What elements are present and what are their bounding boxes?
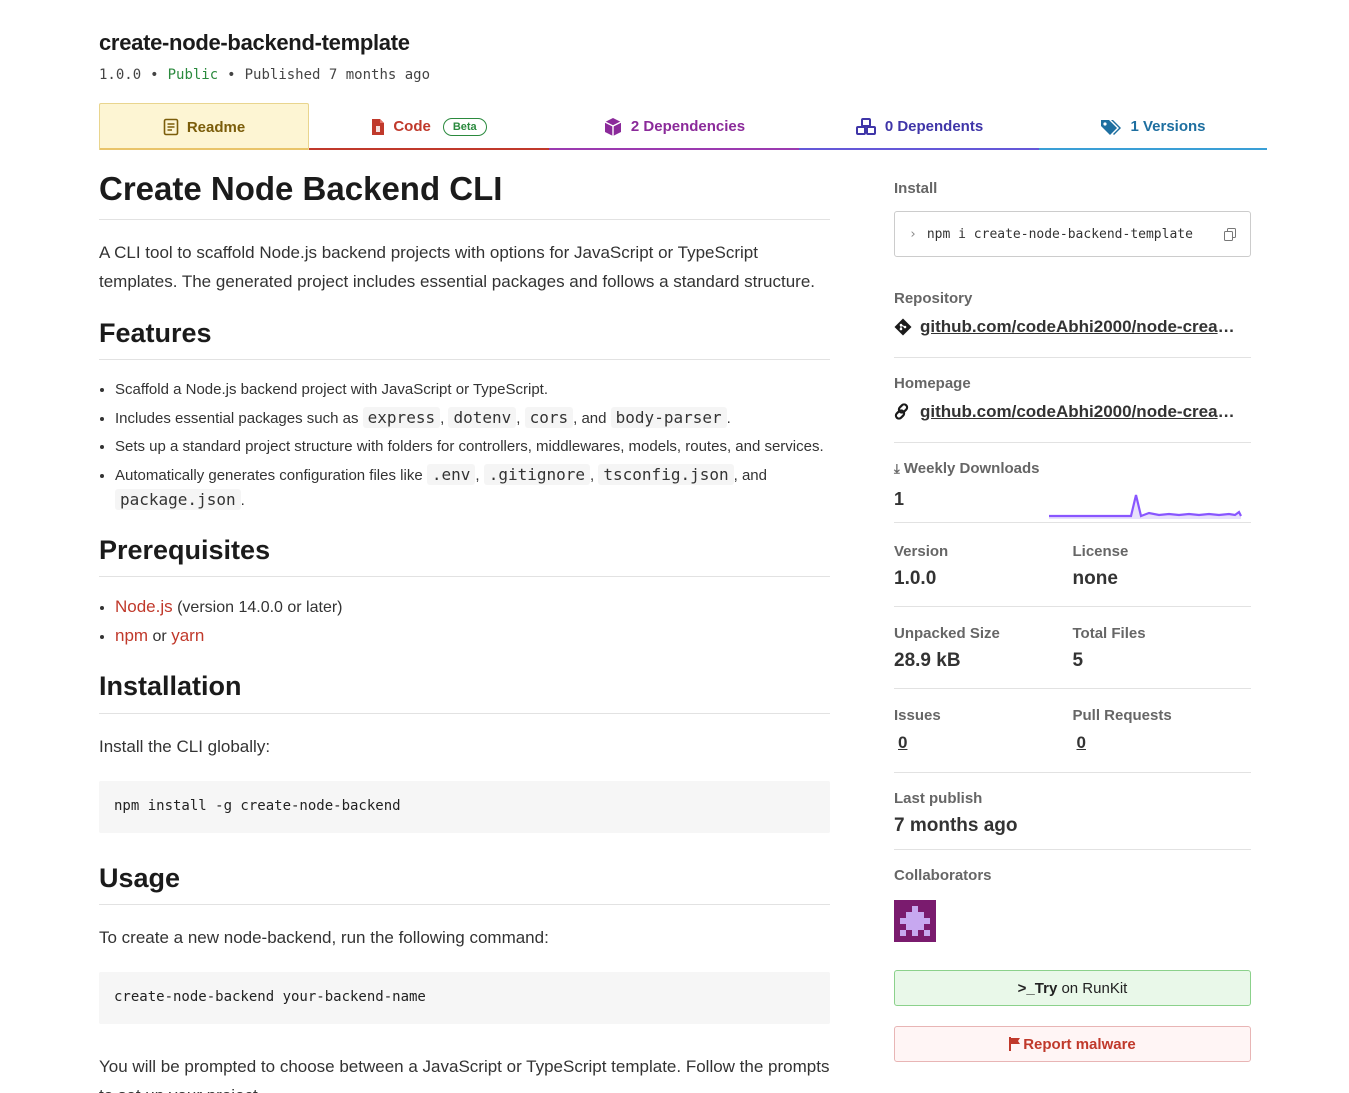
tab-versions[interactable]: 1 Versions	[1039, 103, 1267, 150]
tab-dependencies-label: 2 Dependencies	[630, 118, 746, 135]
tab-versions-label: 1 Versions	[1130, 118, 1206, 135]
license-label: License	[1072, 543, 1129, 560]
prompt-icon: ›	[909, 226, 917, 242]
homepage-section: Homepage github.com/codeAbhi2000/node-cr…	[894, 358, 1251, 443]
last-publish-section: Last publish 7 months ago	[894, 773, 1251, 850]
version-label: Version	[894, 543, 949, 560]
issues-label: Issues	[894, 707, 941, 724]
tab-code-label: Code	[393, 118, 431, 135]
homepage-label: Homepage	[894, 375, 971, 392]
readme-icon	[163, 118, 179, 136]
list-item: npm or yarn	[115, 624, 830, 649]
terminal-icon: >_	[1017, 979, 1035, 997]
package-tabs: Readme Code Beta 2 Dependencies 0 Depend…	[99, 103, 1267, 150]
readme-title: Create Node Backend CLI	[99, 168, 830, 221]
usage-after-text: You will be prompted to choose between a…	[99, 1056, 830, 1093]
install-code-block: npm install -g create-node-backend	[99, 780, 830, 833]
npm-link[interactable]: npm	[115, 626, 148, 645]
package-meta: 1.0.0 • Public • Published 7 months ago	[99, 67, 431, 83]
unpacked-size-value: 28.9 kB	[894, 650, 961, 671]
tab-dependencies[interactable]: 2 Dependencies	[549, 103, 799, 150]
last-publish-value: 7 months ago	[894, 815, 1018, 836]
list-item: Includes essential packages such as expr…	[115, 406, 830, 431]
total-files-label: Total Files	[1072, 625, 1146, 642]
readme-content: Create Node Backend CLI A CLI tool to sc…	[99, 168, 830, 1093]
total-files-value: 5	[1072, 650, 1084, 671]
repository-label: Repository	[894, 290, 973, 307]
nodejs-link[interactable]: Node.js	[115, 597, 173, 616]
list-item: Sets up a standard project structure wit…	[115, 435, 830, 459]
flag-icon	[1009, 1037, 1021, 1051]
install-command-box[interactable]: › npm i create-node-backend-template	[894, 211, 1251, 257]
usage-code-block: create-node-backend your-backend-name	[99, 971, 830, 1024]
list-item: Node.js (version 14.0.0 or later)	[115, 595, 830, 620]
last-publish-label: Last publish	[894, 790, 983, 807]
issues-prs-section: Issues 0 Pull Requests 0	[894, 689, 1251, 773]
list-item: Scaffold a Node.js backend project with …	[115, 378, 830, 402]
usage-text: To create a new node-backend, run the fo…	[99, 927, 549, 947]
package-version: 1.0.0	[99, 67, 142, 83]
repository-section: Repository github.com/codeAbhi2000/node-…	[894, 290, 1251, 358]
tab-code[interactable]: Code Beta	[309, 103, 549, 150]
link-icon	[894, 403, 909, 420]
tab-readme-label: Readme	[186, 118, 246, 136]
avatar[interactable]	[894, 900, 936, 942]
version-value: 1.0.0	[894, 568, 937, 589]
tab-readme[interactable]: Readme	[99, 103, 309, 150]
report-malware-button[interactable]: Report malware	[894, 1026, 1251, 1062]
pull-requests-link[interactable]: 0	[1077, 733, 1086, 752]
readme-intro: A CLI tool to scaffold Node.js backend p…	[99, 243, 815, 292]
published-time: Published 7 months ago	[244, 67, 431, 83]
downloads-sparkline	[1049, 494, 1242, 519]
tags-icon	[1101, 119, 1122, 135]
features-heading: Features	[99, 316, 830, 361]
size-files-section: Unpacked Size 28.9 kB Total Files 5	[894, 607, 1251, 689]
prerequisites-heading: Prerequisites	[99, 533, 830, 578]
prerequisites-list: Node.js (version 14.0.0 or later) npm or…	[99, 595, 830, 649]
code-file-icon	[372, 118, 385, 135]
boxes-icon	[855, 117, 876, 135]
weekly-downloads-label: Weekly Downloads	[903, 460, 1040, 477]
pull-requests-label: Pull Requests	[1072, 707, 1172, 724]
copy-icon[interactable]	[1224, 227, 1236, 241]
weekly-downloads-section: ⤓ Weekly Downloads 1	[894, 443, 1251, 523]
unpacked-size-label: Unpacked Size	[894, 625, 1000, 642]
collaborators-section: Collaborators	[894, 850, 1251, 942]
usage-heading: Usage	[99, 861, 830, 905]
yarn-link[interactable]: yarn	[171, 626, 204, 645]
git-icon	[894, 318, 912, 336]
install-command: npm i create-node-backend-template	[926, 226, 1193, 242]
homepage-link[interactable]: github.com/codeAbhi2000/node-creat…	[920, 402, 1240, 422]
beta-badge: Beta	[442, 117, 487, 136]
box-icon	[604, 117, 622, 136]
issues-link[interactable]: 0	[898, 733, 907, 752]
installation-text: Install the CLI globally:	[99, 736, 271, 756]
installation-heading: Installation	[99, 669, 830, 714]
install-label: Install	[894, 180, 938, 197]
visibility-label: Public	[167, 67, 219, 83]
version-license-section: Version 1.0.0 License none	[894, 523, 1251, 607]
package-title: create-node-backend-template	[99, 30, 410, 55]
try-runkit-button[interactable]: >_ Try on RunKit	[894, 970, 1251, 1006]
repository-link[interactable]: github.com/codeAbhi2000/node-create…	[920, 317, 1240, 337]
sidebar: Install › npm i create-node-backend-temp…	[894, 180, 1251, 1062]
install-section: Install › npm i create-node-backend-temp…	[894, 180, 1251, 290]
collaborators-label: Collaborators	[894, 867, 992, 884]
features-list: Scaffold a Node.js backend project with …	[99, 378, 830, 513]
list-item: Automatically generates configuration fi…	[115, 463, 830, 513]
tab-dependents[interactable]: 0 Dependents	[799, 103, 1039, 150]
license-value: none	[1072, 568, 1118, 589]
download-icon: ⤓	[894, 461, 900, 476]
tab-dependents-label: 0 Dependents	[884, 118, 984, 135]
